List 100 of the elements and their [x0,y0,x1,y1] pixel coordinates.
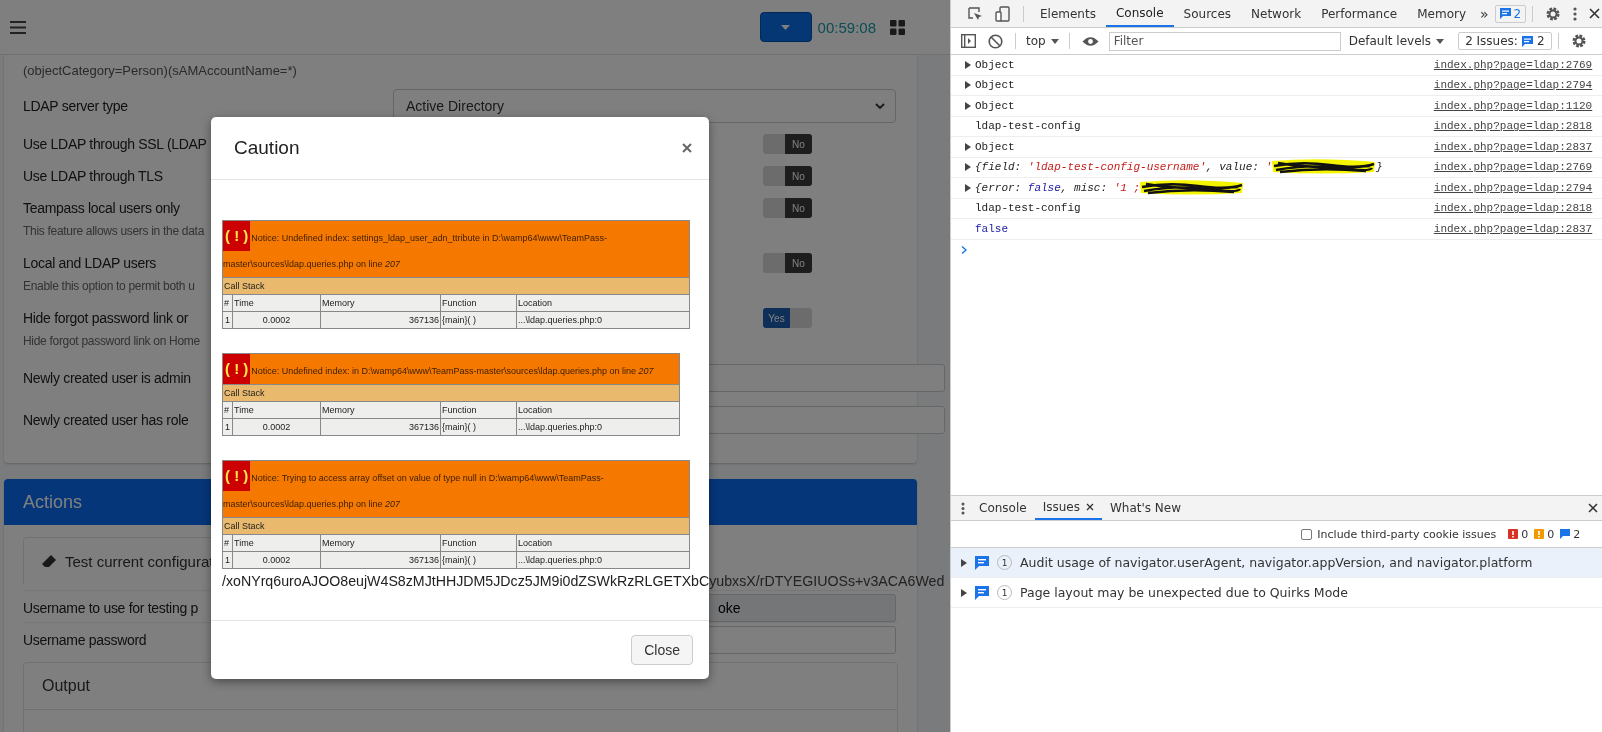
table-cell: 1 [222,551,233,569]
setting-label: Local and LDAP users [23,255,157,271]
setting-label: Hide forgot password link or [23,310,189,326]
issue-title: Page layout may be unexpected due to Quirks Mode [1020,585,1348,600]
setting-description: (objectCategory=Person)(sAMAccountName=*) [23,63,298,78]
more-options-icon[interactable] [961,501,965,515]
device-toggle-icon[interactable] [995,5,1011,22]
field-label: Username to use for testing p [23,600,198,616]
devtools-tab[interactable]: Console [1105,0,1174,27]
source-link[interactable]: index.php?page=ldap:2794 [1433,79,1593,92]
caret-icon [781,24,791,30]
source-link[interactable]: index.php?page=ldap:2769 [1433,161,1593,174]
eraser-icon [42,554,56,568]
console-message: ldap-test-config [975,202,1081,215]
console-message[interactable]: Object [975,58,1015,71]
setting-description: This feature allows users in the data [23,224,204,238]
message-icon [1560,529,1571,539]
clear-console-icon[interactable] [988,33,1003,49]
close-button[interactable]: Close [631,635,693,665]
console-message: ldap-test-config [975,120,1081,133]
error-notice: ( ! ) Notice: Undefined index: settings_ldap_user_adn_ttribute in D:\wamp64\www\TeamPass-master\sources\ldap.queries.php on line 207 [222,220,690,278]
setting-description: Enable this option to permit both u [23,279,195,293]
checkbox[interactable] [1301,528,1313,540]
table-cell: 1 [222,311,233,329]
issue-count: 0 [1508,527,1529,541]
devtools-tab[interactable]: Sources [1173,0,1242,27]
source-link[interactable]: index.php?page=ldap:2818 [1433,120,1593,133]
close-icon[interactable] [1085,503,1094,511]
drawer-tab[interactable]: Issues [1034,496,1102,520]
issues-button[interactable]: 2 Issues: 2 [1458,32,1552,50]
issue-row[interactable]: 1 Page layout may be unexpected due to Quirks Mode [951,578,1602,608]
more-options-icon[interactable] [1573,6,1578,21]
expand-triangle-icon[interactable] [961,558,967,567]
message-icon [975,555,989,570]
devtools-tab[interactable]: Network [1241,0,1312,27]
close-icon[interactable] [1588,503,1599,513]
caret-icon [1050,38,1059,44]
source-link[interactable]: index.php?page=ldap:2769 [1433,58,1593,71]
closing-brace: } [1376,161,1383,174]
setting-label: Newly created user has role [23,412,189,428]
menu-icon[interactable] [10,20,26,34]
context-selector[interactable]: top [1022,34,1063,48]
log-levels-dropdown[interactable]: Default levels [1344,34,1449,48]
message-icon [1499,8,1511,19]
eye-icon[interactable] [1081,35,1099,47]
expand-triangle-icon[interactable] [965,183,971,192]
expand-triangle-icon[interactable] [965,60,971,69]
console-message[interactable]: Object [975,79,1015,92]
column-header: # [222,534,233,552]
source-link[interactable]: index.php?page=ldap:2837 [1433,140,1593,153]
console-message[interactable]: Object [975,99,1015,112]
drawer-tab[interactable]: Console [971,496,1035,520]
devtools-tab[interactable]: Elements [1030,0,1106,27]
console-message[interactable]: Object [975,140,1015,153]
setting-label: Use LDAP through TLS [23,168,163,184]
dialog-title: Caution [234,137,300,159]
issue-row[interactable]: 1 Audit usage of navigator.userAgent, navigator.appVersion, and navigator.platform [951,548,1602,578]
inspect-icon[interactable] [967,5,983,22]
expand-triangle-icon[interactable] [965,142,971,151]
source-link[interactable]: index.php?page=ldap:2837 [1433,222,1593,235]
grid-icon[interactable] [890,19,905,35]
session-timer: 00:59:08 [817,18,876,36]
more-tabs-button[interactable]: » [1480,5,1489,22]
settings-icon[interactable] [1545,5,1562,22]
expand-triangle-icon[interactable] [965,101,971,110]
dropdown-button[interactable] [759,12,812,42]
section-title: Actions [23,491,83,513]
column-header: # [222,294,233,312]
settings-icon[interactable] [1570,33,1587,49]
console-message[interactable]: {field: 'ldap-test-config-username', value: ' [975,161,1273,174]
issues-badge[interactable]: 2 [1494,4,1527,23]
setting-label: Teampass local users only [23,200,180,216]
issue-count: 0 [1534,527,1555,541]
console-message[interactable]: {error: false, misc: '1 ; [975,181,1141,194]
drawer-tab[interactable]: What's New [1101,496,1189,520]
caret-icon [1436,38,1445,44]
field-label: Username password [23,632,147,648]
expand-triangle-icon[interactable] [961,588,967,597]
error-icon [1508,529,1519,539]
chevron-down-icon [875,103,885,109]
setting-description: Hide forgot password link on Home [23,334,200,348]
checkbox-label: Include third-party cookie issues [1317,527,1497,541]
error-notice: ( ! ) Notice: Trying to access array offset on value of type null in D:\wamp64\www\TeamPass-master\sources\ldap.queries.php on line 207 [222,460,690,518]
expand-triangle-icon[interactable] [965,81,971,90]
filter-field[interactable]: Filter [1108,31,1341,51]
source-link[interactable]: index.php?page=ldap:2818 [1433,202,1593,215]
sidebar-toggle-icon[interactable] [961,34,976,48]
devtools-tab[interactable]: Performance [1311,0,1408,27]
console-message: false [975,222,1008,235]
close-icon[interactable] [682,143,692,153]
column-header: # [222,401,233,419]
expand-triangle-icon[interactable] [965,163,971,172]
source-link[interactable]: index.php?page=ldap:1120 [1433,99,1593,112]
prompt-chevron-icon [961,245,967,254]
issue-title: Audit usage of navigator.userAgent, navigator.appVersion, and navigator.platform [1020,555,1533,570]
warning-icon [1534,529,1545,539]
source-link[interactable]: index.php?page=ldap:2794 [1433,181,1593,194]
issue-count: 2 [1560,527,1581,541]
close-icon[interactable] [1589,8,1601,19]
devtools-tab[interactable]: Memory [1407,0,1476,27]
